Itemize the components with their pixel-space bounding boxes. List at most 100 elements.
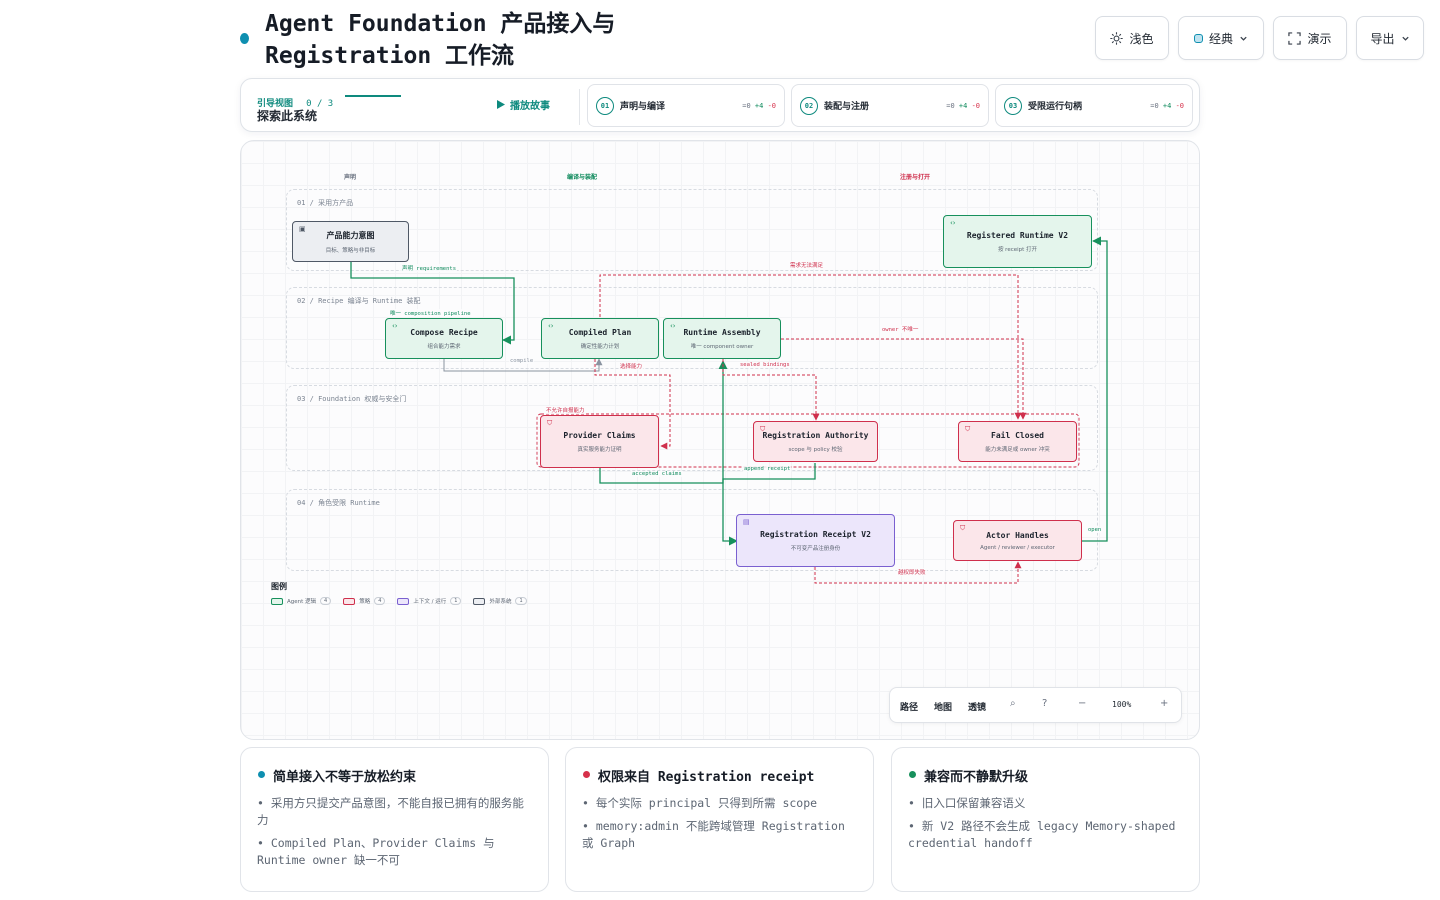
node-compiled-plan[interactable]: ‹› Compiled Plan 确定性能力计划 (541, 318, 659, 359)
card-list: 采用方只提交产品意图，不能自报已拥有的服务能力 Compiled Plan、Pr… (257, 795, 535, 875)
canvas-toolbar: 路径 地图 透镜 ⌕ ? − 100% + (889, 687, 1182, 723)
step-card-03[interactable]: 03 受限运行句柄 =0 +4 -0 (995, 84, 1193, 127)
legend-item-context[interactable]: 上下文 / 运行 1 (397, 597, 462, 605)
guide-subtitle: 探索此系统 (257, 109, 318, 123)
edge-open (1081, 236, 1108, 542)
card-dot (909, 771, 916, 778)
diagram-canvas[interactable]: 声明 编译与装配 注册与打开 01 / 采用方产品 02 / Recipe 编译… (240, 140, 1200, 740)
document-icon: ▣ (299, 225, 306, 233)
legend-title: 图例 (271, 582, 287, 591)
map-mode-button[interactable]: 地图 (934, 700, 952, 713)
list-item: 新 V2 路径不会生成 legacy Memory-shaped credent… (908, 818, 1186, 852)
edge-label-owner-conflict: owner 不唯一 (881, 325, 920, 333)
step-stats: =0 +4 -0 (946, 101, 980, 110)
edge-label-no-self-report: 不允许自报能力 (545, 406, 586, 414)
play-story-button[interactable]: 播放故事 (497, 97, 550, 112)
step-label: 装配与注册 (824, 102, 870, 112)
guide-divider (579, 89, 580, 125)
zoom-level: 100% (1112, 700, 1132, 709)
edge-label-append: append receipt (743, 466, 792, 472)
node-registration-authority[interactable]: ⛉ Registration Authority scope 与 policy … (753, 421, 878, 462)
code-icon: ‹› (392, 322, 398, 330)
card-list: 旧入口保留兼容语义 新 V2 路径不会生成 legacy Memory-shap… (908, 795, 1186, 858)
zoom-out-icon[interactable]: − (1078, 698, 1086, 709)
chevron-down-icon (1240, 36, 1247, 41)
step-card-02[interactable]: 02 装配与注册 =0 +4 -0 (791, 84, 989, 127)
edge-label-escalation: 越权即失败 (897, 568, 927, 576)
edge-label-open: open (1087, 527, 1103, 533)
list-item: 每个实际 principal 只得到所需 scope (582, 795, 860, 812)
step-number: 02 (800, 96, 818, 115)
card-dot (258, 771, 265, 778)
edge-label-accepted: accepted claims (631, 471, 683, 477)
legend-item-agent[interactable]: Agent 逻辑 4 (271, 597, 332, 605)
step-stats: =0 +4 -0 (742, 101, 776, 110)
edge-owner-conflict (781, 338, 1027, 420)
node-registration-receipt[interactable]: ▤ Registration Receipt V2 不可变产品注册身份 (736, 514, 895, 567)
play-icon (497, 100, 505, 109)
card-title: 简单接入不等于放松约束 (273, 770, 417, 785)
card-list: 每个实际 principal 只得到所需 scope memory:admin … (582, 795, 860, 858)
edge-label-select-provider: 选择能力 (619, 362, 644, 370)
list-item: Compiled Plan、Provider Claims 与 Runtime … (257, 835, 535, 869)
list-item: 旧入口保留兼容语义 (908, 795, 1186, 812)
card-title: 兼容而不静默升级 (924, 770, 1029, 785)
legend: Agent 逻辑 4 策略 4 上下文 / 运行 1 外部系统 1 (271, 597, 527, 605)
step-number: 01 (596, 96, 614, 115)
step-label: 受限运行句柄 (1028, 102, 1083, 112)
card-title: 权限来自 Registration receipt (598, 770, 815, 785)
guide-progress-track (345, 95, 401, 97)
fullscreen-icon (1288, 31, 1302, 45)
node-runtime-assembly[interactable]: ‹› Runtime Assembly 唯一 component owner (663, 318, 781, 359)
help-icon[interactable]: ? (1042, 698, 1047, 709)
sun-icon (1110, 31, 1124, 45)
code-icon: ‹› (950, 219, 956, 227)
lens-mode-button[interactable]: 透镜 (968, 700, 986, 713)
zoom-in-icon[interactable]: + (1160, 698, 1168, 709)
node-provider-claims[interactable]: ⛉ Provider Claims 真实服务能力证明 (540, 415, 659, 468)
export-button[interactable]: 导出 (1356, 16, 1424, 60)
node-fail-closed[interactable]: ⛉ Fail Closed 能力未满足或 owner 冲突 (958, 421, 1077, 462)
play-story-label: 播放故事 (510, 101, 550, 112)
info-card-1: 简单接入不等于放松约束 采用方只提交产品意图，不能自报已拥有的服务能力 Comp… (240, 747, 549, 892)
node-registered-runtime[interactable]: ‹› Registered Runtime V2 按 receipt 打开 (943, 215, 1092, 268)
edge-label-sealed: sealed bindings (739, 362, 791, 368)
palette-dot-icon (1193, 33, 1203, 43)
style-button-label: 经典 (1208, 31, 1233, 46)
node-product-intent[interactable]: ▣ 产品能力意图 目标、策略与非目标 (292, 221, 409, 262)
shield-icon: ⛉ (547, 419, 553, 427)
node-actor-handles[interactable]: ⛉ Actor Handles Agent / reviewer / execu… (953, 520, 1082, 561)
legend-item-external[interactable]: 外部系统 1 (473, 597, 527, 605)
receipt-icon: ▤ (743, 518, 750, 526)
shield-icon: ⛉ (960, 524, 966, 532)
step-stats: =0 +4 -0 (1150, 101, 1184, 110)
path-mode-button[interactable]: 路径 (900, 700, 918, 713)
node-compose-recipe[interactable]: ‹› Compose Recipe 组合能力需求 (385, 318, 503, 359)
edge-sealed-bindings (722, 359, 820, 421)
export-button-label: 导出 (1370, 31, 1395, 46)
guide-bar: 引导视图 0 / 3 探索此系统 播放故事 01 声明与编译 =0 +4 -0 … (240, 78, 1200, 132)
info-card-2: 权限来自 Registration receipt 每个实际 principal… (565, 747, 874, 892)
step-card-01[interactable]: 01 声明与编译 =0 +4 -0 (587, 84, 785, 127)
legend-item-policy[interactable]: 策略 4 (343, 597, 386, 605)
shield-icon: ⛉ (760, 425, 766, 433)
shield-icon: ⛉ (965, 425, 971, 433)
page-title: Agent Foundation 产品接入与 Registration 工作流 (265, 11, 616, 69)
style-button[interactable]: 经典 (1178, 16, 1264, 60)
edge-label-pipeline: 唯一 composition pipeline (389, 309, 472, 317)
theme-button[interactable]: 浅色 (1095, 16, 1169, 60)
search-icon[interactable]: ⌕ (1010, 698, 1016, 709)
step-label: 声明与编译 (620, 102, 666, 112)
list-item: memory:admin 不能跨域管理 Registration 或 Graph (582, 818, 860, 852)
step-number: 03 (1004, 96, 1022, 115)
present-button-label: 演示 (1307, 31, 1332, 46)
info-card-3: 兼容而不静默升级 旧入口保留兼容语义 新 V2 路径不会生成 legacy Me… (891, 747, 1200, 892)
present-button[interactable]: 演示 (1273, 16, 1347, 60)
edge-label-declare: 声明 requirements (401, 264, 458, 272)
title-dot (240, 33, 249, 44)
edge-label-unmet: 需求无法满足 (789, 261, 825, 269)
edge-label-compile: compile (509, 358, 535, 364)
code-icon: ‹› (548, 322, 554, 330)
card-dot (583, 771, 590, 778)
theme-button-label: 浅色 (1129, 31, 1154, 46)
